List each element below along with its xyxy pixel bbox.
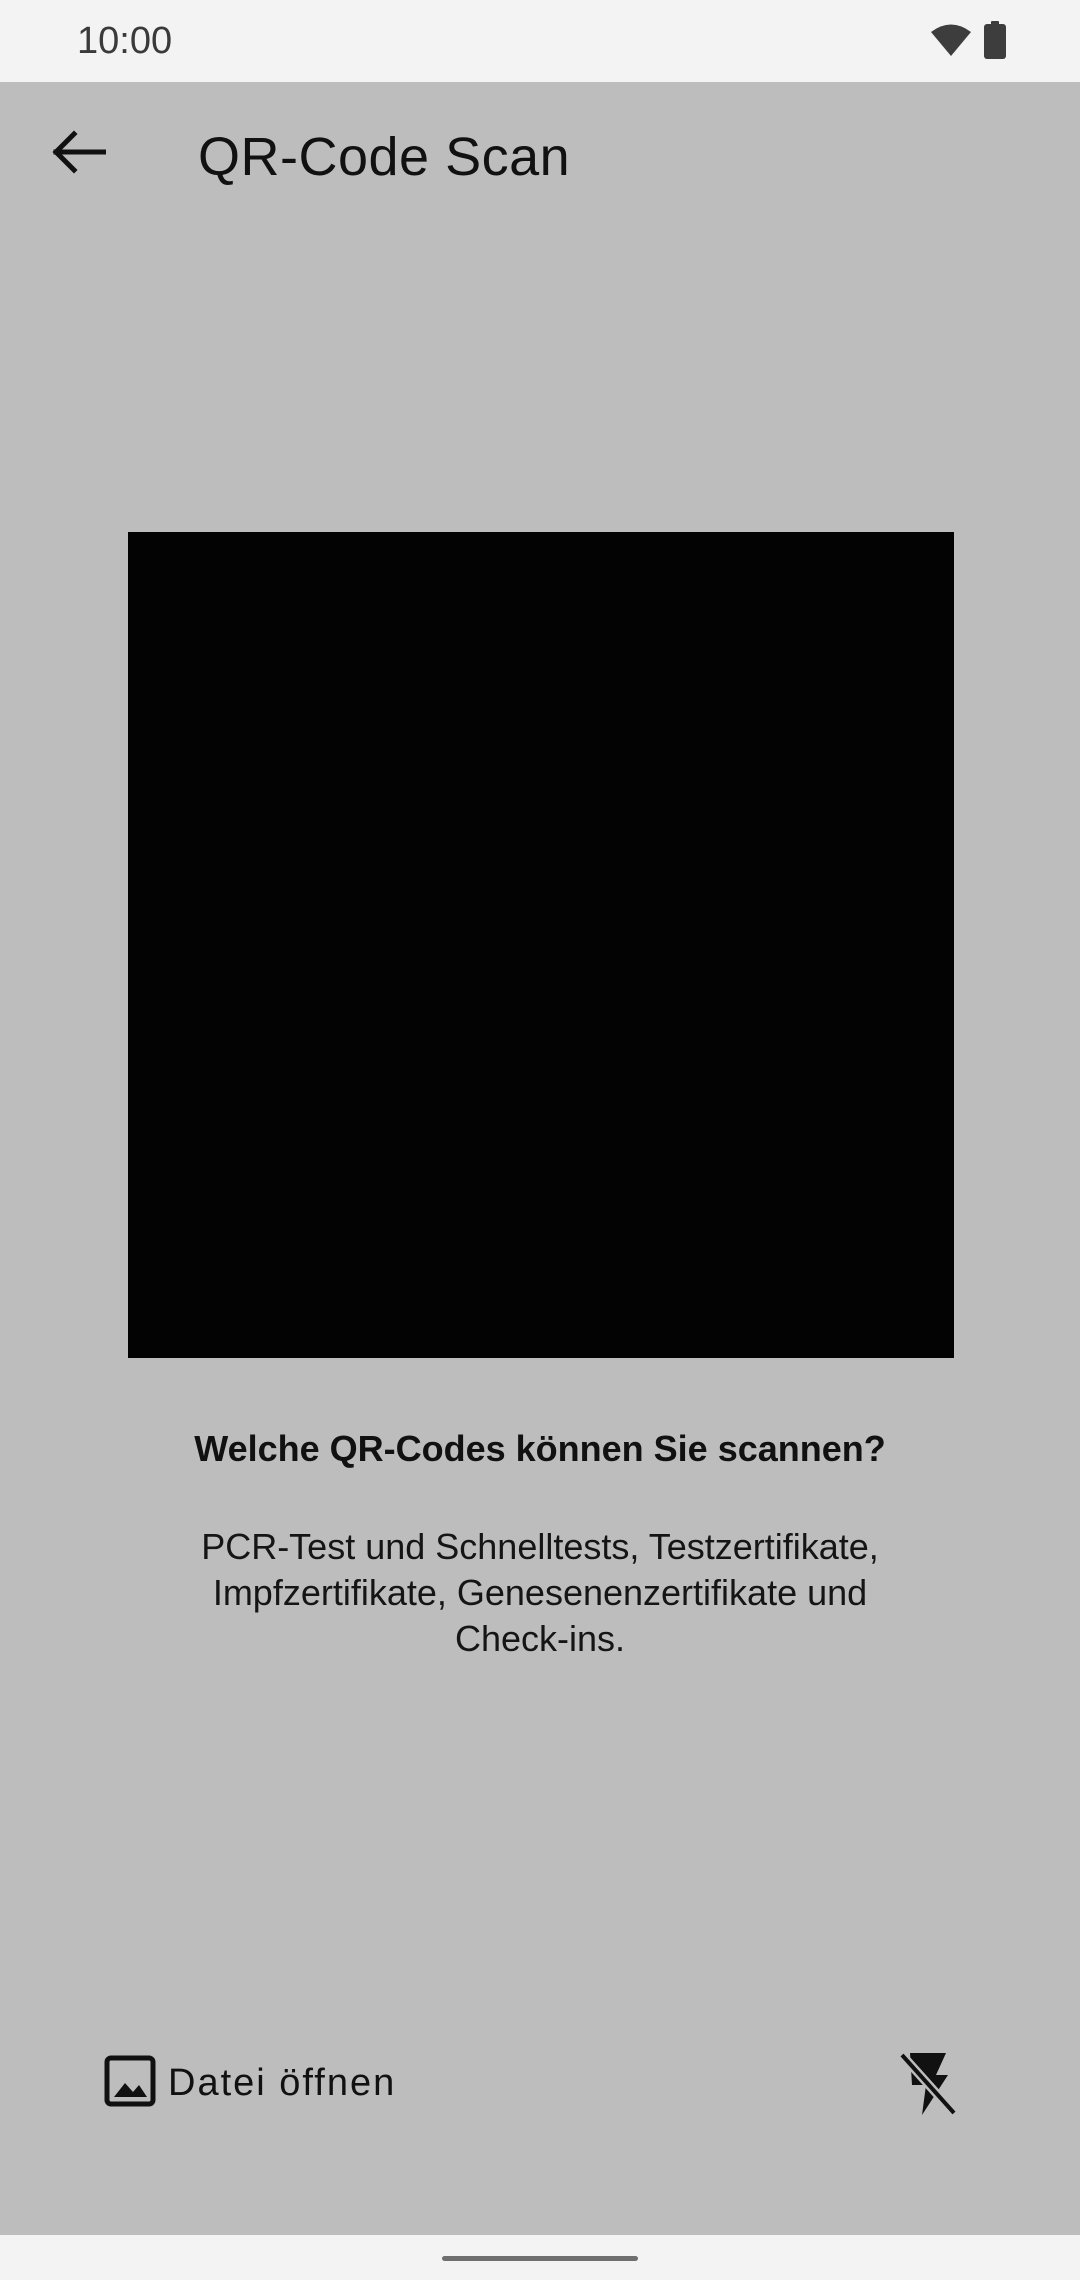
status-bar: 10:00 bbox=[0, 0, 1080, 82]
wifi-icon bbox=[930, 23, 972, 62]
status-time: 10:00 bbox=[77, 20, 173, 62]
status-icons bbox=[930, 20, 1006, 64]
page-title: QR-Code Scan bbox=[198, 127, 571, 187]
open-file-label: Datei öffnen bbox=[168, 2061, 397, 2104]
flash-toggle-button[interactable] bbox=[888, 2046, 968, 2126]
info-body-line: Impfzertifikate, Genesenenzertifikate un… bbox=[212, 1572, 868, 1613]
camera-preview[interactable] bbox=[128, 532, 954, 1358]
home-indicator[interactable] bbox=[442, 2256, 638, 2261]
image-icon bbox=[104, 2055, 156, 2112]
battery-icon bbox=[984, 20, 1006, 64]
back-button[interactable] bbox=[38, 114, 118, 194]
open-file-button[interactable]: Datei öffnen bbox=[104, 2048, 396, 2118]
arrow-back-icon bbox=[50, 129, 107, 179]
info-body-line: PCR-Test und Schnelltests, Testzertifika… bbox=[201, 1526, 879, 1567]
info-body: PCR-Test und Schnelltests, Testzertifika… bbox=[140, 1524, 940, 1662]
info-heading: Welche QR-Codes können Sie scannen? bbox=[194, 1428, 886, 1469]
flash-off-icon bbox=[898, 2051, 958, 2122]
info-body-line: Check-ins. bbox=[454, 1618, 626, 1659]
